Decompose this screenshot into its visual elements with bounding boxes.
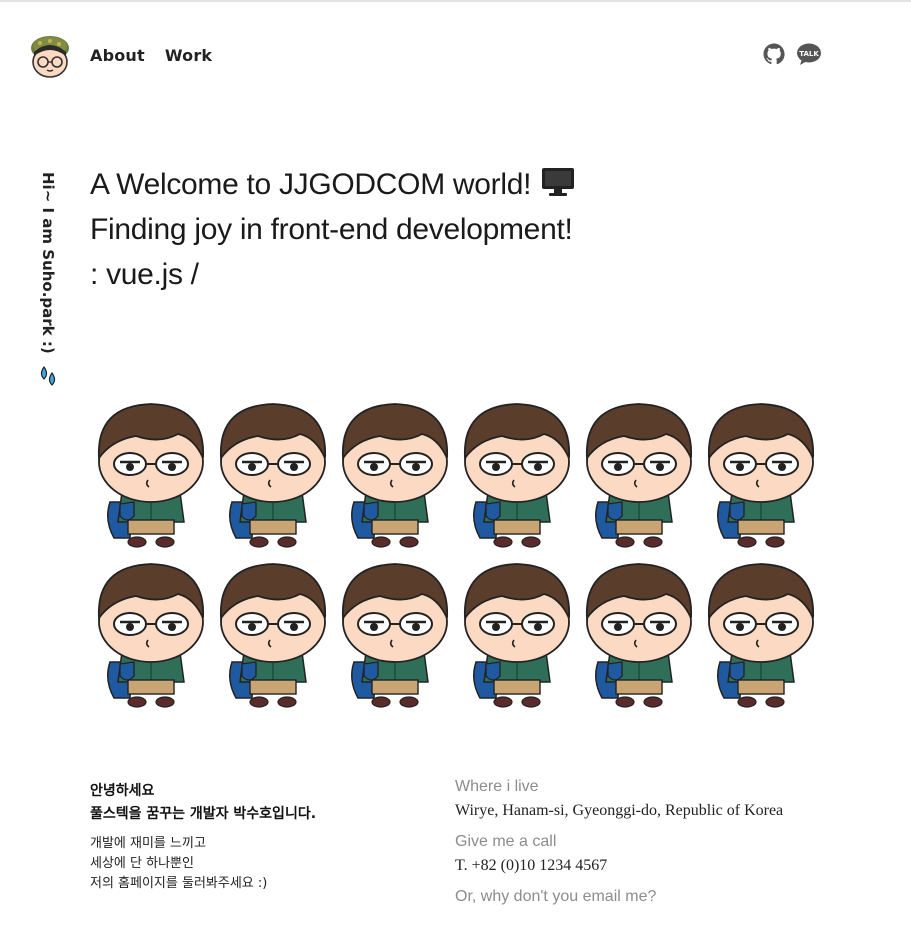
intro-title: 풀스텍을 꿈꾸는 개발자 박수호입니다. — [90, 806, 317, 822]
intro-greeting: 안녕하세요 — [90, 783, 155, 799]
chibi-character-illustration — [212, 552, 334, 708]
kakaotalk-badge-text: TALK — [799, 50, 819, 58]
chibi-character-illustration — [700, 552, 820, 708]
chibi-character-illustration — [212, 392, 334, 552]
character-grid — [90, 392, 820, 708]
nav-work-link[interactable]: Work — [165, 46, 212, 65]
contact-section: Where i live Wirye, Hanam-si, Gyeonggi-d… — [455, 776, 795, 908]
address-value: Wirye, Hanam-si, Gyeonggi-do, Republic o… — [455, 802, 784, 819]
chibi-character-illustration — [578, 392, 700, 552]
intro-body: 개발에 재미를 느끼고 세상에 단 하나뿐인 저의 홈페이지를 둘러봐주세요 :… — [90, 834, 420, 894]
chibi-character-illustration — [90, 392, 212, 552]
top-border — [0, 0, 911, 2]
chibi-character-illustration — [700, 392, 820, 552]
where-i-live-label: Where i live — [455, 778, 539, 795]
chibi-character-illustration — [456, 392, 578, 552]
main-nav: About Work — [90, 46, 212, 65]
intro-section: 안녕하세요 풀스텍을 꿈꾸는 개발자 박수호입니다. 개발에 재미를 느끼고 세… — [90, 780, 420, 894]
hero-line-2: Finding joy in front-end development! — [90, 213, 573, 246]
github-icon[interactable] — [762, 42, 786, 66]
monitor-icon — [541, 165, 575, 196]
chibi-character-illustration — [334, 552, 456, 708]
vertical-greeting: Hi~ I am Suho.park :) — [38, 172, 58, 387]
greeting-text: Hi~ I am Suho.park :) — [39, 172, 57, 354]
hero-line-3: : vue.js / — [90, 258, 199, 291]
chibi-character-illustration — [90, 552, 212, 708]
chibi-character-illustration — [456, 552, 578, 708]
kakaotalk-icon[interactable]: TALK — [796, 42, 821, 66]
give-me-a-call-label: Give me a call — [455, 833, 557, 850]
intro-body-line: 저의 홈페이지를 둘러봐주세요 :) — [90, 876, 268, 891]
sweat-drops-icon — [38, 365, 58, 387]
chibi-character-illustration — [578, 552, 700, 708]
intro-body-line: 세상에 단 하나뿐인 — [90, 856, 194, 871]
hero-welcome-text: A Welcome to JJGODCOM world! — [90, 168, 532, 201]
chibi-character-illustration — [334, 392, 456, 552]
social-links: TALK — [762, 42, 821, 66]
home-logo-avatar[interactable] — [26, 32, 74, 80]
hero-line-1: A Welcome to JJGODCOM world! — [90, 162, 575, 207]
intro-body-line: 개발에 재미를 느끼고 — [90, 836, 206, 851]
email-prompt-label[interactable]: Or, why don't you email me? — [455, 886, 795, 908]
hero: A Welcome to JJGODCOM world! Finding joy… — [90, 162, 575, 297]
nav-about-link[interactable]: About — [90, 46, 145, 65]
phone-value[interactable]: T. +82 (0)10 1234 4567 — [455, 857, 795, 874]
